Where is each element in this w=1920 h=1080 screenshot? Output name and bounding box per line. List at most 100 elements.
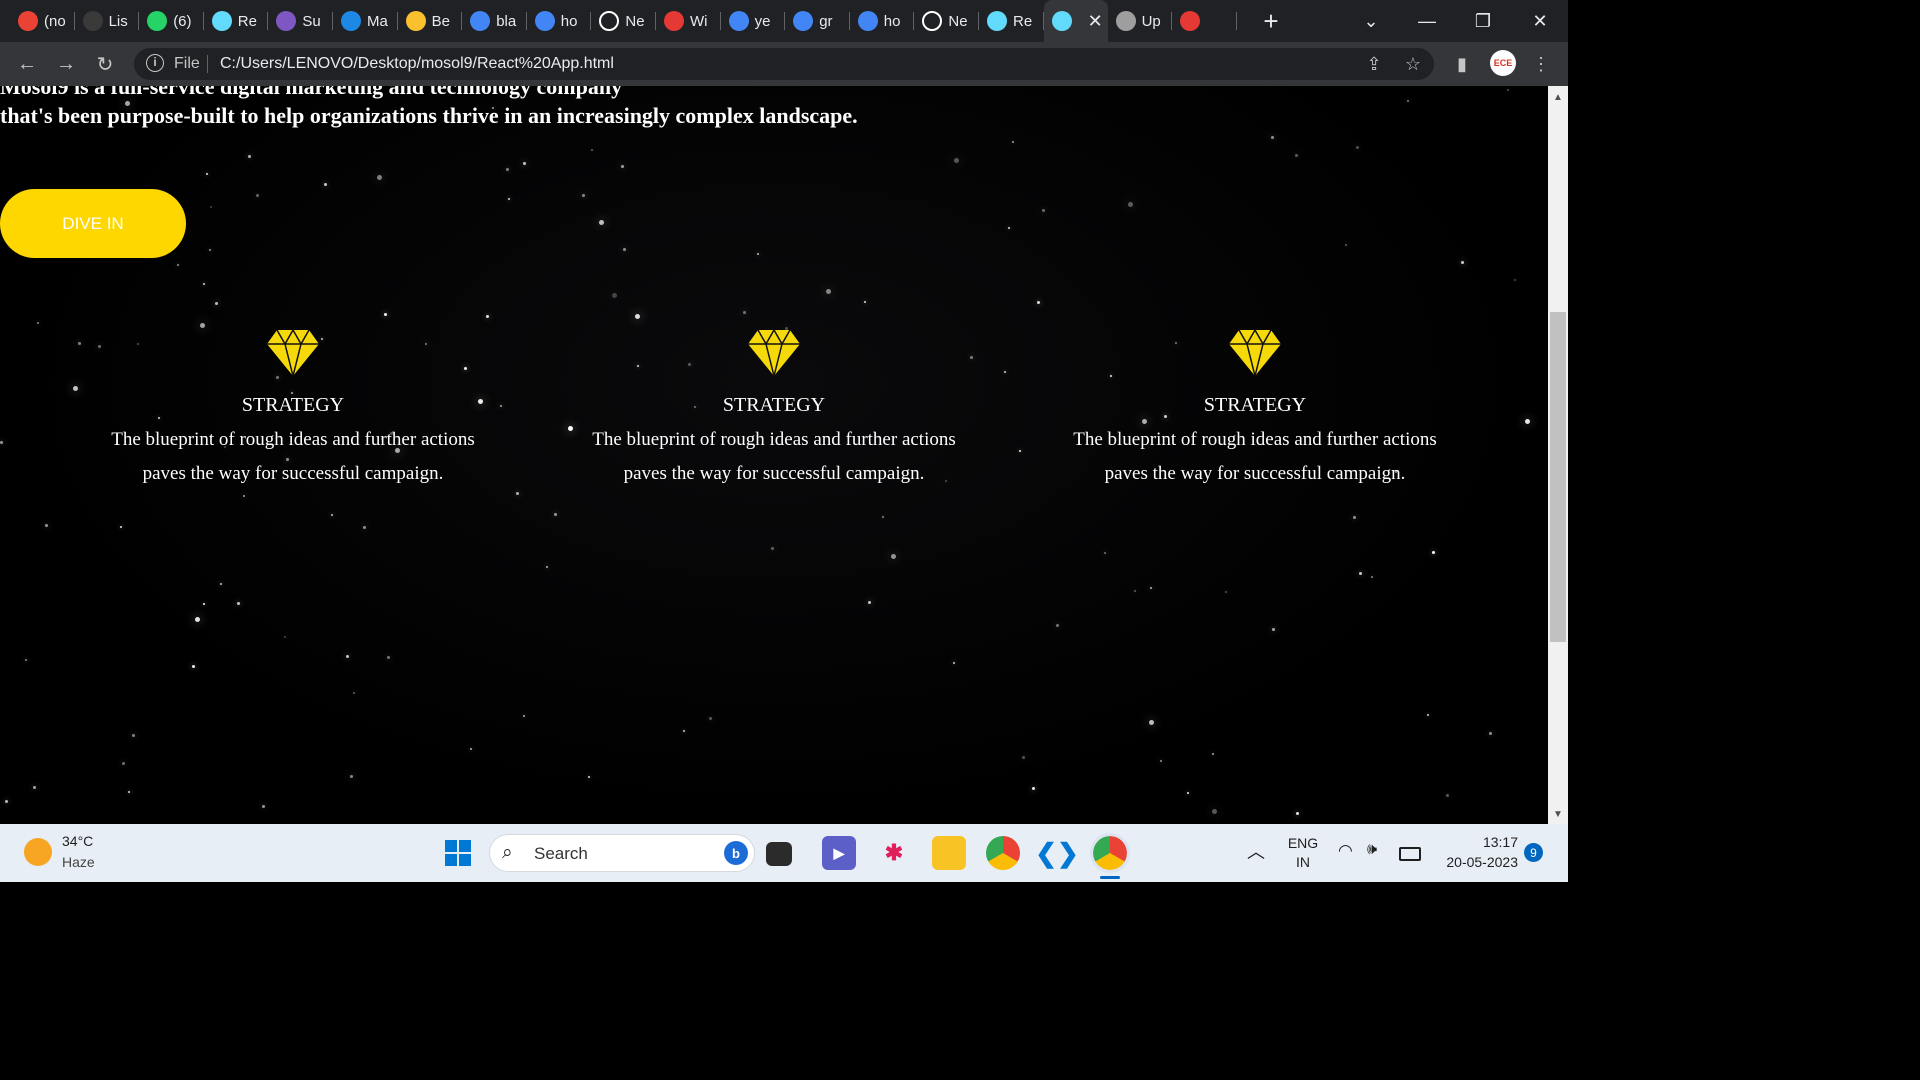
- gmail-icon: [18, 11, 38, 31]
- browser-tab[interactable]: Re: [979, 0, 1044, 42]
- browser-tab[interactable]: Re: [204, 0, 269, 42]
- star-dot: [215, 302, 218, 305]
- browser-tab[interactable]: Lis: [75, 0, 140, 42]
- star-dot: [506, 168, 509, 171]
- browser-tab[interactable]: ho: [527, 0, 592, 42]
- browser-tab[interactable]: Wi: [656, 0, 721, 42]
- bee-icon: [405, 11, 426, 31]
- clock-time[interactable]: 13:17: [1440, 834, 1518, 850]
- profile-avatar[interactable]: ECE: [1490, 50, 1516, 76]
- chrome-profile-active-icon[interactable]: [1090, 833, 1130, 873]
- star-dot: [1134, 590, 1136, 592]
- browser-tab[interactable]: Ne: [914, 0, 979, 42]
- url-text[interactable]: C:/Users/LENOVO/Desktop/mosol9/React%20A…: [220, 55, 614, 73]
- m-logo-icon: [341, 11, 361, 31]
- browser-tab[interactable]: ye: [721, 0, 786, 42]
- scrollbar-thumb[interactable]: [1550, 312, 1566, 642]
- back-icon[interactable]: ←: [13, 50, 41, 78]
- bing-icon[interactable]: b: [724, 841, 748, 865]
- browser-tab[interactable]: ✕: [1043, 0, 1108, 42]
- tab-strip: (no Lis (6) Re Su Ma Be bla ho Ne Wi ye gr ho Ne Re ✕ Up …: [0, 0, 1568, 42]
- scroll-up-arrow-icon[interactable]: ▲: [1548, 88, 1568, 106]
- vscode-icon[interactable]: ❮❯: [1035, 836, 1079, 870]
- page-viewport: Mosol9 is a full-service digital marketi…: [0, 86, 1548, 824]
- tab-search-icon[interactable]: ⌄: [1343, 0, 1399, 42]
- star-dot: [377, 175, 382, 180]
- browser-tab[interactable]: [1172, 0, 1237, 42]
- browser-tab[interactable]: Ne: [591, 0, 656, 42]
- tab-label: ho: [560, 12, 578, 30]
- menu-kebab-icon[interactable]: ⋮: [1529, 52, 1553, 76]
- whatsapp-icon: [147, 11, 168, 31]
- google-icon: [470, 11, 491, 31]
- star-dot: [516, 492, 519, 495]
- close-window-icon[interactable]: ✕: [1512, 0, 1568, 42]
- address-bar[interactable]: i File C:/Users/LENOVO/Desktop/mosol9/Re…: [134, 48, 1434, 80]
- feature-description-line1: The blueprint of rough ideas and further…: [1073, 429, 1437, 450]
- browser-tab[interactable]: Be: [398, 0, 463, 42]
- star-dot: [523, 715, 525, 717]
- slack-icon[interactable]: ✱: [877, 836, 911, 870]
- scroll-down-arrow-icon[interactable]: ▼: [1548, 805, 1568, 823]
- chrome-icon[interactable]: [986, 836, 1020, 870]
- feature-card: STRATEGY The blueprint of rough ideas an…: [83, 328, 503, 491]
- star-dot: [1225, 591, 1227, 593]
- star-dot: [1008, 227, 1010, 229]
- minimize-icon[interactable]: —: [1399, 0, 1455, 42]
- browser-tab[interactable]: (no: [10, 0, 75, 42]
- restore-icon[interactable]: ❐: [1455, 0, 1511, 42]
- share-icon[interactable]: ⇪: [1362, 52, 1386, 76]
- feature-description-line1: The blueprint of rough ideas and further…: [111, 429, 475, 450]
- new-tab-button[interactable]: +: [1243, 0, 1299, 42]
- star-dot: [37, 322, 39, 324]
- star-dot: [623, 248, 626, 251]
- language-line1[interactable]: ENG: [1285, 835, 1321, 851]
- volume-icon[interactable]: 🕪: [1367, 841, 1377, 859]
- star-dot: [599, 220, 604, 225]
- notification-badge[interactable]: 9: [1524, 843, 1543, 862]
- tray-overflow-chevron-icon[interactable]: ︿: [1247, 838, 1265, 864]
- intro-text-line1: Mosol9 is a full-service digital marketi…: [0, 86, 623, 99]
- wifi-icon[interactable]: ◠: [1338, 841, 1353, 861]
- forward-icon[interactable]: →: [52, 50, 80, 78]
- file-explorer-icon[interactable]: [932, 836, 966, 870]
- battery-icon[interactable]: [1399, 847, 1421, 861]
- feature-card: STRATEGY The blueprint of rough ideas an…: [564, 328, 984, 491]
- browser-tab[interactable]: Su: [268, 0, 333, 42]
- task-view-icon[interactable]: [766, 842, 792, 866]
- tab-label: Ma: [367, 12, 388, 30]
- windows-start-icon[interactable]: [441, 836, 475, 870]
- feature-description-line2: paves the way for successful campaign.: [1104, 463, 1406, 484]
- weather-temperature[interactable]: 34°C: [62, 833, 93, 849]
- star-dot: [591, 149, 593, 151]
- star-dot: [1272, 628, 1275, 631]
- browser-tab[interactable]: Ma: [333, 0, 398, 42]
- star-dot: [1446, 794, 1449, 797]
- star-dot: [1507, 89, 1509, 91]
- star-dot: [1012, 141, 1014, 143]
- browser-tab[interactable]: ho: [850, 0, 915, 42]
- star-dot: [1356, 146, 1359, 149]
- teams-chat-icon[interactable]: ▶: [822, 836, 856, 870]
- site-info-icon[interactable]: i: [146, 54, 164, 72]
- dive-in-button[interactable]: DIVE IN: [0, 189, 186, 258]
- browser-tab[interactable]: Up: [1108, 0, 1173, 42]
- taskbar-search-box[interactable]: ⌕ Search b: [489, 834, 755, 872]
- weather-sun-icon[interactable]: [24, 838, 52, 866]
- side-panel-icon[interactable]: ▮: [1450, 52, 1474, 76]
- search-icon: ⌕: [502, 842, 513, 863]
- weather-description[interactable]: Haze: [62, 854, 95, 870]
- browser-tab[interactable]: bla: [462, 0, 527, 42]
- star-dot: [1004, 371, 1006, 373]
- bookmark-star-icon[interactable]: ☆: [1401, 52, 1425, 76]
- tab-label: Ne: [948, 12, 968, 30]
- close-tab-icon[interactable]: ✕: [1088, 11, 1103, 32]
- browser-tab[interactable]: gr: [785, 0, 850, 42]
- browser-tab[interactable]: (6): [139, 0, 204, 42]
- star-dot: [363, 526, 366, 529]
- language-line2[interactable]: IN: [1285, 854, 1321, 870]
- active-app-indicator: [1100, 876, 1120, 879]
- star-dot: [954, 158, 959, 163]
- clock-date[interactable]: 20-05-2023: [1425, 854, 1518, 870]
- reload-icon[interactable]: ↻: [91, 50, 119, 78]
